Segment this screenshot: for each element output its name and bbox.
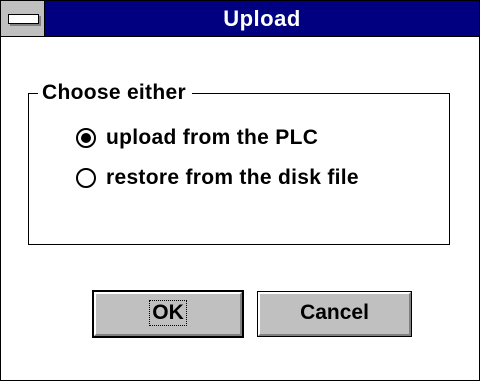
groupbox-label: Choose either: [38, 80, 192, 106]
ok-button[interactable]: OK: [92, 290, 244, 338]
upload-dialog: Upload Choose either upload from the PLC…: [0, 0, 480, 381]
window-title: Upload: [223, 6, 301, 31]
radio-label-restore[interactable]: restore from the disk file: [106, 166, 359, 190]
radio-restore-from-disk[interactable]: restore from the disk file: [76, 164, 359, 192]
system-menu-icon: [8, 14, 39, 24]
dialog-body: Choose either upload from the PLC restor…: [1, 37, 479, 380]
cancel-button-label: Cancel: [300, 301, 369, 324]
system-menu-button[interactable]: [1, 1, 45, 36]
ok-button-label: OK: [149, 300, 187, 326]
radio-upload-from-plc[interactable]: upload from the PLC: [76, 124, 318, 152]
title-bar[interactable]: Upload: [1, 1, 479, 37]
radio-unselected-icon[interactable]: [76, 168, 96, 188]
choice-groupbox: Choose either upload from the PLC restor…: [28, 80, 450, 245]
radio-selected-icon[interactable]: [76, 128, 96, 148]
radio-label-upload[interactable]: upload from the PLC: [106, 126, 318, 150]
cancel-button[interactable]: Cancel: [257, 291, 412, 337]
